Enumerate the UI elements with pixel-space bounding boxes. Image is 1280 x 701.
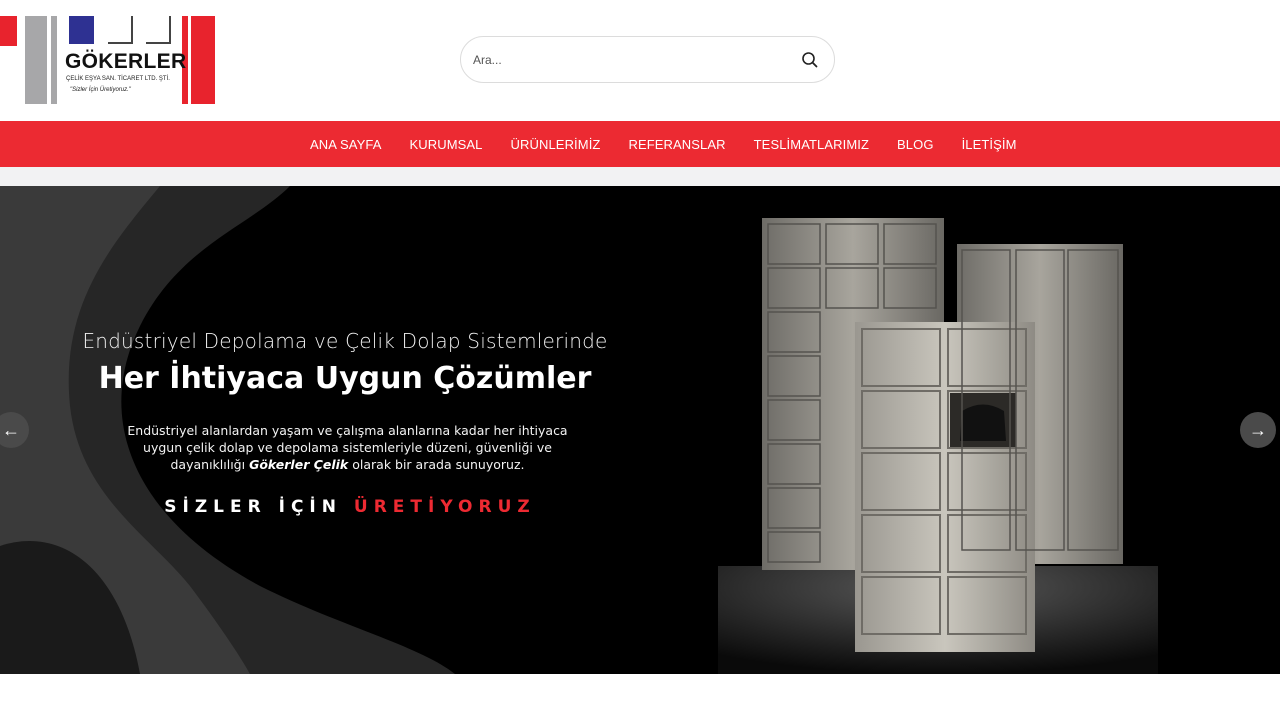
nav-item-deliveries[interactable]: TESLİMATLARIMIZ <box>740 137 883 152</box>
hero-description-brand: Gökerler Çelik <box>249 457 349 472</box>
corner-accent <box>0 16 17 46</box>
logo-outline-square <box>146 16 171 44</box>
nav-item-products[interactable]: ÜRÜNLERİMİZ <box>497 137 615 152</box>
tagline-white: SİZLER İÇİN <box>164 497 342 517</box>
page-content-start <box>0 674 1280 701</box>
hero-kicker: Endüstriyel Depolama ve Çelik Dolap Sist… <box>82 329 608 353</box>
hero-tagline: SİZLER İÇİN ÜRETİYORUZ <box>0 497 700 517</box>
site-logo[interactable]: GÖKERLER ÇELİK EŞYA SAN. TİCARET LTD. ŞT… <box>25 14 217 106</box>
search-input[interactable] <box>473 47 773 72</box>
nav-shadow-strip <box>0 167 1280 186</box>
nav-item-contact[interactable]: İLETİŞİM <box>948 137 1031 152</box>
hero-description-end: olarak bir arada sunuyoruz. <box>352 457 525 472</box>
hero-slider: Endüstriyel Depolama ve Çelik Dolap Sist… <box>0 186 1280 674</box>
logo-brand-name: GÖKERLER <box>65 50 187 73</box>
nav-item-home[interactable]: ANA SAYFA <box>296 137 395 152</box>
search-icon[interactable] <box>800 50 820 70</box>
nav-menu: ANA SAYFA KURUMSAL ÜRÜNLERİMİZ REFERANSL… <box>296 121 1031 167</box>
logo-gray-bar <box>25 16 47 104</box>
hero-content: Endüstriyel Depolama ve Çelik Dolap Sist… <box>0 186 690 674</box>
arrow-right-icon[interactable]: → <box>1240 412 1276 448</box>
logo-gray-bar-thin <box>51 16 57 104</box>
main-nav: ANA SAYFA KURUMSAL ÜRÜNLERİMİZ REFERANSL… <box>0 121 1280 167</box>
logo-red-bar <box>191 16 215 104</box>
site-header: GÖKERLER ÇELİK EŞYA SAN. TİCARET LTD. ŞT… <box>0 0 1280 121</box>
nav-item-corporate[interactable]: KURUMSAL <box>395 137 496 152</box>
logo-slogan: "Sizler İçin Üretiyoruz." <box>70 87 131 93</box>
logo-outline-square <box>108 16 133 44</box>
hero-description: Endüstriyel alanlardan yaşam ve çalışma … <box>120 422 575 473</box>
logo-company-name: ÇELİK EŞYA SAN. TİCARET LTD. ŞTİ. <box>66 76 170 82</box>
logo-blue-square <box>69 16 94 44</box>
tagline-red: ÜRETİYORUZ <box>353 497 536 517</box>
search-box <box>460 36 835 83</box>
hero-headline: Her İhtiyaca Uygun Çözümler <box>98 361 592 396</box>
nav-item-references[interactable]: REFERANSLAR <box>614 137 739 152</box>
nav-item-blog[interactable]: BLOG <box>883 137 948 152</box>
